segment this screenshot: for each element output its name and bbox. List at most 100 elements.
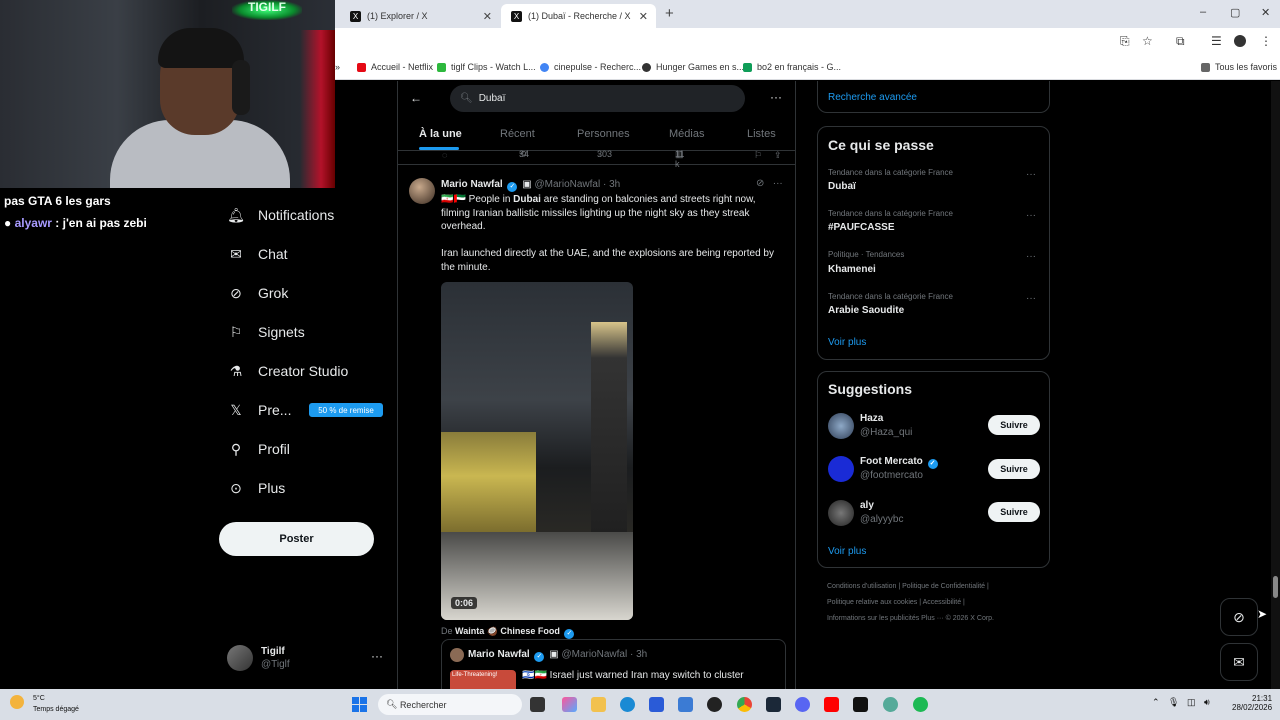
- premium-discount-badge[interactable]: 50 % de remise: [309, 403, 383, 417]
- extensions-icon[interactable]: ⧉: [1176, 34, 1185, 49]
- trend-dubai[interactable]: Dubaï: [828, 181, 856, 192]
- spotify-icon[interactable]: [913, 697, 928, 712]
- close-tab-icon[interactable]: ✕: [639, 10, 648, 23]
- minimize-button[interactable]: –: [1200, 6, 1206, 18]
- tweet-author[interactable]: Mario Nawfal: [441, 179, 503, 190]
- share-icon[interactable]: ⇪: [774, 150, 782, 161]
- chrome-icon[interactable]: [737, 697, 752, 712]
- advanced-search-link[interactable]: Recherche avancée: [828, 92, 917, 103]
- messages-fab-button[interactable]: ✉: [1220, 643, 1258, 681]
- volume-icon[interactable]: 🔊︎: [1204, 697, 1210, 708]
- tab-search-icon[interactable]: ☰: [1211, 34, 1222, 48]
- follow-button[interactable]: Suivre: [988, 459, 1040, 479]
- nav-more[interactable]: ⊙ Plus: [228, 480, 285, 497]
- follow-button[interactable]: Suivre: [988, 415, 1040, 435]
- tweet-handle[interactable]: @MarioNawfal: [534, 179, 600, 190]
- app-icon[interactable]: [883, 697, 898, 712]
- tab-top[interactable]: À la une: [419, 128, 462, 140]
- tray-overflow-icon[interactable]: ⌃: [1152, 697, 1160, 708]
- steam-icon[interactable]: [766, 697, 781, 712]
- discord-icon[interactable]: [795, 697, 810, 712]
- scrollbar-thumb[interactable]: [1273, 576, 1278, 598]
- bookmark-hunger-games[interactable]: Hunger Games en s...: [642, 62, 744, 72]
- tab-media[interactable]: Médias: [669, 128, 704, 140]
- nav-grok[interactable]: ⊘ Grok: [228, 285, 288, 302]
- more-dots-icon[interactable]: ···: [773, 178, 783, 189]
- youtube-icon[interactable]: [824, 697, 839, 712]
- more-dots-icon[interactable]: ···: [1026, 293, 1036, 304]
- maximize-button[interactable]: ▢: [1230, 6, 1240, 19]
- suggestion-name[interactable]: Foot Mercato ✓: [860, 456, 940, 469]
- taskbar-search[interactable]: 🔍︎ Rechercher: [378, 694, 522, 715]
- tweet-video[interactable]: 0:06: [441, 282, 633, 620]
- grok-fab-button[interactable]: ⊘: [1220, 598, 1258, 636]
- new-tab-button[interactable]: +: [665, 5, 674, 22]
- edge-icon[interactable]: [620, 697, 635, 712]
- avatar[interactable]: [828, 500, 854, 526]
- see-more-suggestions-link[interactable]: Voir plus: [828, 546, 866, 557]
- copilot-icon[interactable]: [562, 697, 577, 712]
- nav-bookmarks[interactable]: ⚐ Signets: [228, 324, 305, 341]
- grok-icon[interactable]: ⊘: [756, 178, 764, 189]
- close-tab-icon[interactable]: ✕: [483, 10, 492, 23]
- more-dots-icon[interactable]: ···: [371, 649, 383, 663]
- bookmark-overflow[interactable]: »: [335, 62, 340, 72]
- microphone-icon[interactable]: 🎙︎: [1168, 697, 1179, 708]
- nav-creator-studio[interactable]: ⚗ Creator Studio: [228, 363, 349, 380]
- windows-start-icon[interactable]: [352, 697, 368, 713]
- post-button[interactable]: Poster: [219, 522, 374, 556]
- suggestion-name[interactable]: Haza: [860, 413, 883, 424]
- tab-dubai-search[interactable]: X (1) Dubaï - Recherche / X ✕: [501, 4, 656, 28]
- avatar[interactable]: [828, 413, 854, 439]
- clock[interactable]: 21:31 28/02/2026: [1232, 694, 1272, 712]
- footer-links[interactable]: Conditions d'utilisation | Politique de …: [827, 583, 989, 590]
- file-explorer-icon[interactable]: [591, 697, 606, 712]
- store-icon[interactable]: [649, 697, 664, 712]
- trend-paufcasse[interactable]: #PAUFCASSE: [828, 222, 895, 233]
- more-dots-icon[interactable]: ···: [770, 90, 782, 104]
- back-arrow-icon[interactable]: ←: [410, 91, 422, 105]
- app-icon[interactable]: [678, 697, 693, 712]
- all-bookmarks[interactable]: Tous les favoris: [1201, 62, 1277, 72]
- nav-profile[interactable]: ⚲ Profil: [228, 441, 290, 458]
- tab-latest[interactable]: Récent: [500, 128, 535, 140]
- avatar[interactable]: [828, 456, 854, 482]
- tab-lists[interactable]: Listes: [747, 128, 776, 140]
- reply-icon[interactable]: ◌: [442, 150, 447, 160]
- quoted-tweet[interactable]: Mario Nawfal ✓ ▣ @MarioNawfal · 3h Life-…: [441, 639, 786, 689]
- more-dots-icon[interactable]: ···: [1026, 210, 1036, 221]
- search-input[interactable]: 🔍︎ Dubaï: [450, 85, 745, 112]
- network-icon[interactable]: ◫: [1187, 697, 1196, 708]
- menu-kebab-icon[interactable]: ⋮: [1260, 34, 1272, 48]
- trend-khamenei[interactable]: Khamenei: [828, 264, 876, 275]
- bookmark-cinepulse[interactable]: cinepulse - Recherc...: [540, 62, 641, 72]
- more-dots-icon[interactable]: ···: [1026, 251, 1036, 262]
- suggestion-name[interactable]: aly: [860, 500, 874, 511]
- bookmark-icon[interactable]: ⚐: [754, 150, 762, 161]
- avatar[interactable]: [409, 178, 435, 204]
- star-icon[interactable]: ☆: [1142, 34, 1153, 48]
- tweet-time[interactable]: · 3h: [603, 179, 620, 190]
- bookmark-tiglf-clips[interactable]: tiglf Clips - Watch L...: [437, 62, 536, 72]
- more-dots-icon[interactable]: ···: [1026, 169, 1036, 180]
- nav-premium[interactable]: 𝕏 Pre...: [228, 402, 291, 419]
- app-icon[interactable]: [707, 697, 722, 712]
- nav-chat[interactable]: ✉ Chat: [228, 246, 287, 263]
- follow-button[interactable]: Suivre: [988, 502, 1040, 522]
- see-more-trends-link[interactable]: Voir plus: [828, 337, 866, 348]
- tab-people[interactable]: Personnes: [577, 128, 630, 140]
- footer-links[interactable]: Informations sur les publicités Plus ···…: [827, 615, 994, 622]
- tab-explorer[interactable]: X (1) Explorer / X ✕: [340, 4, 500, 28]
- bookmark-netflix[interactable]: Accueil - Netflix: [357, 62, 433, 72]
- task-view-icon[interactable]: [530, 697, 545, 712]
- video-source-author[interactable]: Wainta 🥥 Chinese Food: [455, 626, 560, 636]
- tiktok-icon[interactable]: [853, 697, 868, 712]
- browser-profile-avatar[interactable]: [1234, 35, 1246, 47]
- page-scrollbar[interactable]: [1271, 81, 1280, 689]
- trend-arabie-saoudite[interactable]: Arabie Saoudite: [828, 305, 904, 316]
- footer-links[interactable]: Politique relative aux cookies | Accessi…: [827, 599, 965, 606]
- close-window-button[interactable]: ✕: [1261, 6, 1270, 19]
- nav-notifications[interactable]: 🔔︎ Notifications: [227, 207, 334, 224]
- bookmark-bo2[interactable]: bo2 en français - G...: [743, 62, 841, 72]
- install-app-icon[interactable]: ⎘: [1120, 34, 1130, 49]
